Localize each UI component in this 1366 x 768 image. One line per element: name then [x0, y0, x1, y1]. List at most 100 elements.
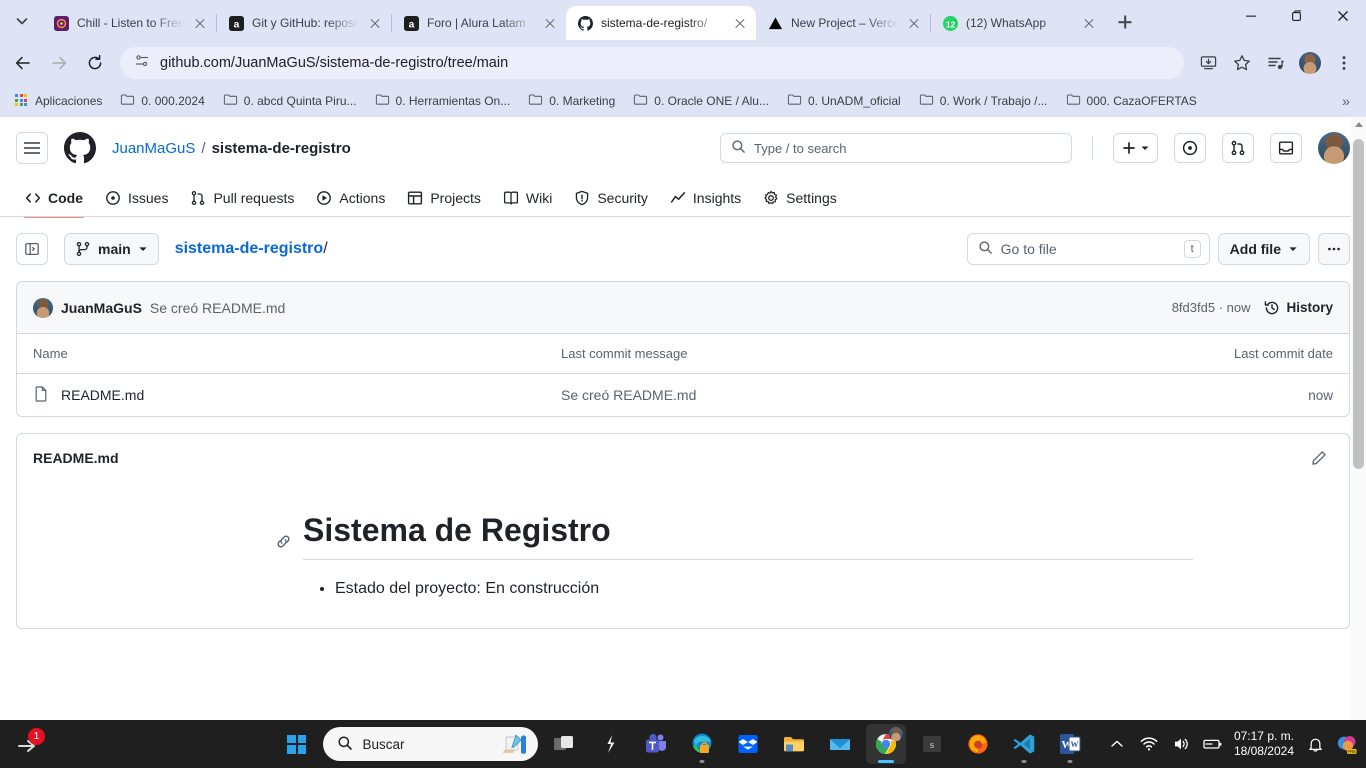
word-app[interactable]: WW — [1050, 724, 1090, 764]
back-button[interactable] — [6, 46, 40, 80]
breadcrumb-owner[interactable]: JuanMaGuS — [112, 140, 195, 157]
bookmark-item[interactable]: 0. 000.2024 — [113, 88, 211, 114]
taskbar-search[interactable]: Buscar — [323, 727, 538, 761]
sidebar-toggle-button[interactable] — [16, 233, 48, 265]
file-explorer-app[interactable] — [774, 724, 814, 764]
go-to-file-input[interactable]: Go to file t — [967, 233, 1210, 265]
commit-message[interactable]: Se creó README.md — [150, 300, 285, 316]
forward-button[interactable] — [42, 46, 76, 80]
widgets-button[interactable]: 1 — [10, 724, 50, 764]
install-app-icon[interactable] — [1192, 47, 1224, 79]
bookmark-item[interactable]: 0. Herramientas On... — [368, 88, 518, 114]
close-icon[interactable] — [192, 15, 208, 31]
volume-icon[interactable] — [1170, 733, 1192, 755]
file-commit-message[interactable]: Se creó README.md — [561, 387, 1193, 403]
windows-logo-icon — [287, 735, 306, 754]
dropbox-app[interactable] — [728, 724, 768, 764]
table-row[interactable]: README.md Se creó README.md now — [17, 374, 1349, 416]
more-options-button[interactable] — [1318, 233, 1350, 265]
repo-tab-issues[interactable]: Issues — [96, 182, 177, 214]
github-logo-icon[interactable] — [64, 132, 96, 164]
bookmark-star-icon[interactable] — [1226, 47, 1258, 79]
scrollbar-thumb[interactable] — [1353, 139, 1364, 469]
add-file-button[interactable]: Add file — [1218, 233, 1310, 265]
commit-hash-and-time[interactable]: 8fd3fd5 · now — [1172, 300, 1251, 315]
notifications-button[interactable] — [1270, 133, 1302, 163]
browser-tab[interactable]: New Project – Vercel — [756, 6, 930, 40]
teams-app[interactable] — [636, 724, 676, 764]
close-icon[interactable] — [906, 15, 922, 31]
bookmarks-overflow-button[interactable]: » — [1334, 93, 1358, 109]
link-anchor-icon[interactable] — [275, 521, 292, 558]
pull-requests-button[interactable] — [1222, 133, 1254, 163]
repo-tab-projects[interactable]: Projects — [398, 182, 490, 214]
minimize-button[interactable] — [1228, 0, 1274, 32]
profile-avatar[interactable] — [1294, 47, 1326, 79]
repo-tab-label: Projects — [430, 190, 481, 206]
user-avatar[interactable] — [1318, 132, 1350, 164]
firefox-app[interactable] — [958, 724, 998, 764]
close-icon[interactable] — [542, 15, 558, 31]
vscode-app[interactable] — [1004, 724, 1044, 764]
chevron-up-icon[interactable] — [1106, 733, 1128, 755]
edit-readme-button[interactable] — [1305, 444, 1333, 472]
repo-tab-settings[interactable]: Settings — [754, 182, 846, 214]
bookmark-item[interactable]: 0. abcd Quinta Piru... — [216, 88, 364, 114]
global-search-input[interactable]: Type / to search — [720, 133, 1072, 163]
task-view-button[interactable] — [544, 724, 584, 764]
mail-app[interactable] — [820, 724, 860, 764]
repo-tab-pull-requests[interactable]: Pull requests — [181, 182, 303, 214]
maximize-button[interactable] — [1274, 0, 1320, 32]
commit-author-avatar[interactable] — [33, 298, 53, 318]
history-link[interactable]: History — [1264, 300, 1333, 316]
close-icon[interactable] — [367, 15, 383, 31]
issues-button[interactable] — [1174, 133, 1206, 163]
repo-tab-wiki[interactable]: Wiki — [494, 182, 561, 214]
bookmark-item[interactable]: 0. Oracle ONE / Alu... — [626, 88, 776, 114]
site-settings-icon[interactable] — [134, 53, 150, 73]
commit-author-name[interactable]: JuanMaGuS — [61, 300, 142, 316]
repo-tab-code[interactable]: Code — [16, 182, 92, 214]
close-window-button[interactable] — [1320, 0, 1366, 32]
chrome-app[interactable] — [866, 724, 906, 764]
repo-tab-actions[interactable]: Actions — [307, 182, 394, 214]
slack-app[interactable] — [590, 724, 630, 764]
breadcrumb-repo[interactable]: sistema-de-registro — [212, 140, 351, 157]
address-bar[interactable]: github.com/JuanMaGuS/sistema-de-registro… — [120, 47, 1184, 79]
wifi-icon[interactable] — [1138, 733, 1160, 755]
bookmark-item[interactable]: 000. CazaOFERTAS — [1059, 88, 1204, 114]
bookmark-item[interactable]: 0. UnADM_oficial — [780, 88, 908, 114]
edge-app[interactable] — [682, 724, 722, 764]
bookmark-apps[interactable]: Aplicaciones — [8, 90, 109, 112]
close-icon[interactable] — [1081, 15, 1097, 31]
close-icon[interactable] — [732, 15, 748, 31]
page-scrollbar[interactable] — [1351, 117, 1366, 720]
browser-tab[interactable]: Chill - Listen to Free R — [42, 6, 216, 40]
tab-search-button[interactable] — [8, 7, 36, 35]
hamburger-menu-button[interactable] — [16, 132, 48, 164]
bookmark-item[interactable]: 0. Marketing — [521, 88, 622, 114]
bookmark-item[interactable]: 0. Work / Trabajo /... — [912, 88, 1055, 114]
chrome-menu-button[interactable] — [1328, 47, 1360, 79]
path-repo-link[interactable]: sistema-de-registro — [175, 240, 324, 257]
media-control-icon[interactable] — [1260, 47, 1292, 79]
repo-tab-insights[interactable]: Insights — [661, 182, 750, 214]
sublime-app[interactable]: s — [912, 724, 952, 764]
file-link[interactable]: README.md — [61, 387, 144, 403]
new-tab-button[interactable] — [1111, 8, 1139, 36]
branch-selector-button[interactable]: main — [64, 233, 159, 265]
browser-tab[interactable]: 12 (12) WhatsApp — [931, 6, 1105, 40]
repo-tab-security[interactable]: Security — [565, 182, 657, 214]
scroll-up-arrow-icon[interactable] — [1355, 122, 1363, 127]
browser-tab-active[interactable]: sistema-de-registro/ — [566, 6, 756, 40]
taskbar-clock[interactable]: 07:17 p. m. 18/08/2024 — [1234, 729, 1294, 759]
start-button[interactable] — [277, 724, 317, 764]
reload-button[interactable] — [78, 46, 112, 80]
apps-grid-icon — [15, 94, 29, 108]
copilot-icon[interactable]: PRE — [1336, 733, 1358, 755]
battery-icon[interactable] — [1202, 733, 1224, 755]
browser-tab[interactable]: a Foro | Alura Latam - C — [392, 6, 566, 40]
create-new-button[interactable] — [1113, 133, 1158, 163]
browser-tab[interactable]: a Git y GitHub: reposito — [217, 6, 391, 40]
notifications-bell-icon[interactable] — [1304, 733, 1326, 755]
